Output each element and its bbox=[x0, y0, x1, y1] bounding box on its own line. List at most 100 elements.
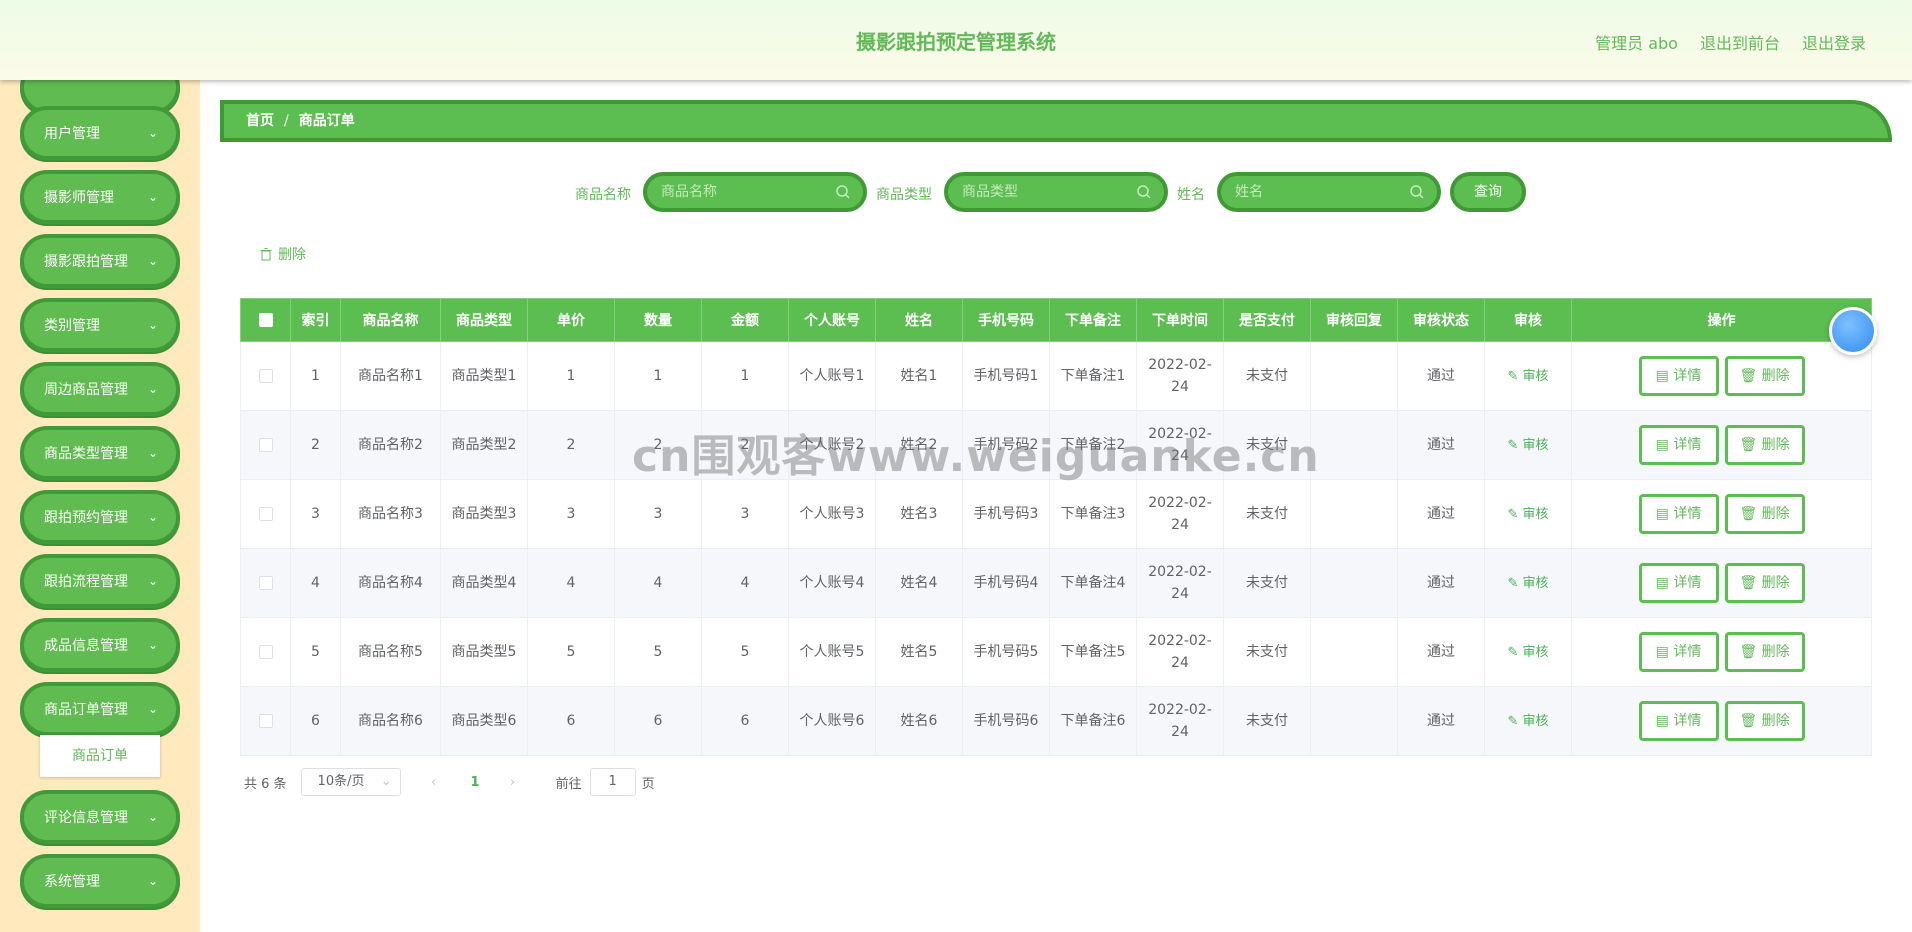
operation-cell: ▤ 详情 🗑 删除 bbox=[1571, 686, 1872, 756]
row-checkbox[interactable] bbox=[258, 645, 273, 659]
row-select-cell[interactable] bbox=[240, 548, 291, 618]
delete-button[interactable]: 🗑 删除 bbox=[1724, 494, 1805, 534]
audit-button[interactable]: ✎ 审核 bbox=[1507, 369, 1548, 384]
audit-button[interactable]: ✎ 审核 bbox=[1507, 438, 1548, 453]
col-header: 金额 bbox=[701, 298, 789, 342]
row-checkbox[interactable] bbox=[258, 576, 273, 590]
table-cell-note: 下单备注6 bbox=[1049, 686, 1137, 756]
sidebar-item[interactable]: 周边商品管理 ⌄ bbox=[20, 362, 180, 416]
sidebar-item[interactable]: 成品信息管理 ⌄ bbox=[20, 618, 180, 672]
audit-button[interactable]: ✎ 审核 bbox=[1507, 576, 1548, 591]
query-button[interactable]: 查询 bbox=[1450, 172, 1526, 212]
search-icon bbox=[1137, 185, 1151, 199]
document-icon: ▤ bbox=[1655, 713, 1674, 729]
delete-button[interactable]: 🗑 删除 bbox=[1724, 356, 1805, 396]
detail-button[interactable]: ▤ 详情 bbox=[1638, 494, 1719, 534]
audit-label: 审核 bbox=[1522, 575, 1549, 591]
audit-button[interactable]: ✎ 审核 bbox=[1507, 507, 1548, 522]
page-number[interactable]: 1 bbox=[471, 775, 480, 790]
chevron-down-icon: ⌄ bbox=[148, 510, 159, 524]
table-cell-index: 2 bbox=[290, 410, 341, 480]
select-all-header[interactable] bbox=[240, 298, 291, 342]
chevron-down-icon: ⌄ bbox=[148, 126, 159, 140]
detail-label: 详情 bbox=[1673, 644, 1702, 660]
person-name-input[interactable]: 姓名 bbox=[1217, 172, 1441, 212]
bulk-delete-button[interactable]: 删除 bbox=[260, 244, 306, 264]
document-icon: ▤ bbox=[1655, 506, 1674, 522]
audit-cell: ✎ 审核 bbox=[1484, 410, 1572, 480]
logout-link[interactable]: 退出登录 bbox=[1802, 30, 1866, 54]
table-cell-type: 商品类型2 bbox=[440, 410, 528, 480]
audit-cell: ✎ 审核 bbox=[1484, 548, 1572, 618]
detail-button[interactable]: ▤ 详情 bbox=[1638, 701, 1719, 741]
delete-button[interactable]: 🗑 删除 bbox=[1724, 425, 1805, 465]
breadcrumb-home[interactable]: 首页 bbox=[246, 113, 274, 129]
table-row: 4 商品名称4 商品类型4 4 4 4 个人账号4 姓名4 手机号码4 下单备注4 2022-02-… bbox=[240, 548, 1872, 618]
row-select-cell[interactable] bbox=[240, 341, 291, 411]
table-cell-paid: 未支付 bbox=[1223, 686, 1311, 756]
delete-button[interactable]: 🗑 删除 bbox=[1724, 701, 1805, 741]
document-icon: ▤ bbox=[1655, 644, 1674, 660]
prev-page-button[interactable]: ‹ bbox=[427, 775, 441, 790]
table-cell-person: 姓名4 bbox=[875, 548, 963, 618]
sidebar-item[interactable]: 跟拍预约管理 ⌄ bbox=[20, 490, 180, 544]
table-cell-account: 个人账号5 bbox=[788, 617, 876, 687]
sidebar-subitem-orders[interactable]: 商品订单 bbox=[40, 735, 160, 777]
table-cell-paid: 未支付 bbox=[1223, 548, 1311, 618]
table-cell-amount: 6 bbox=[701, 686, 789, 756]
table-cell-paid: 未支付 bbox=[1223, 617, 1311, 687]
select-all-checkbox[interactable] bbox=[258, 313, 273, 327]
detail-label: 详情 bbox=[1673, 437, 1702, 453]
row-checkbox[interactable] bbox=[258, 369, 273, 383]
floating-assistant-button[interactable] bbox=[1829, 307, 1877, 355]
chevron-down-icon: ⌄ bbox=[148, 254, 159, 268]
table-header-row: 索引 商品名称 商品类型 单价 数量 金额 个人账号 姓名 手机号码 下单备注 … bbox=[240, 298, 1872, 342]
sidebar-item[interactable]: 商品类型管理 ⌄ bbox=[20, 426, 180, 480]
row-checkbox[interactable] bbox=[258, 714, 273, 728]
detail-button[interactable]: ▤ 详情 bbox=[1638, 563, 1719, 603]
page-size-value: 10条/页 bbox=[317, 774, 365, 789]
sidebar-item-label: 系统管理 bbox=[44, 874, 100, 890]
product-type-input[interactable]: 商品类型 bbox=[944, 172, 1168, 212]
row-select-cell[interactable] bbox=[240, 479, 291, 549]
next-page-button[interactable]: › bbox=[506, 775, 520, 790]
detail-button[interactable]: ▤ 详情 bbox=[1638, 425, 1719, 465]
sidebar-item[interactable]: 评论信息管理 ⌄ bbox=[20, 790, 180, 844]
operation-cell: ▤ 详情 🗑 删除 bbox=[1571, 617, 1872, 687]
sidebar-item[interactable]: 摄影跟拍管理 ⌄ bbox=[20, 234, 180, 288]
row-select-cell[interactable] bbox=[240, 617, 291, 687]
exit-to-front-link[interactable]: 退出到前台 bbox=[1700, 30, 1780, 54]
search-icon bbox=[1410, 185, 1424, 199]
table-cell-amount: 3 bbox=[701, 479, 789, 549]
sidebar-item[interactable]: 商品订单管理 ⌄ bbox=[20, 682, 180, 736]
row-checkbox[interactable] bbox=[258, 438, 273, 452]
person-name-placeholder: 姓名 bbox=[1235, 184, 1263, 200]
table-cell-status: 通过 bbox=[1397, 479, 1485, 549]
row-select-cell[interactable] bbox=[240, 686, 291, 756]
row-checkbox[interactable] bbox=[258, 507, 273, 521]
orders-table: 索引 商品名称 商品类型 单价 数量 金额 个人账号 姓名 手机号码 下单备注 … bbox=[240, 298, 1872, 756]
product-name-input[interactable]: 商品名称 bbox=[643, 172, 867, 212]
delete-button[interactable]: 🗑 删除 bbox=[1724, 632, 1805, 672]
sidebar-item[interactable]: 跟拍流程管理 ⌄ bbox=[20, 554, 180, 608]
audit-label: 审核 bbox=[1522, 713, 1549, 729]
audit-cell: ✎ 审核 bbox=[1484, 617, 1572, 687]
audit-button[interactable]: ✎ 审核 bbox=[1507, 714, 1548, 729]
detail-button[interactable]: ▤ 详情 bbox=[1638, 356, 1719, 396]
detail-button[interactable]: ▤ 详情 bbox=[1638, 632, 1719, 672]
chevron-down-icon: ⌄ bbox=[148, 318, 159, 332]
audit-button[interactable]: ✎ 审核 bbox=[1507, 645, 1548, 660]
goto-page-input[interactable]: 1 bbox=[589, 768, 636, 796]
page-size-select[interactable]: 10条/页 ⌄ bbox=[300, 768, 401, 796]
sidebar-item[interactable]: 类别管理 ⌄ bbox=[20, 298, 180, 352]
audit-cell: ✎ 审核 bbox=[1484, 341, 1572, 411]
delete-button[interactable]: 🗑 删除 bbox=[1724, 563, 1805, 603]
sidebar-item[interactable]: 用户管理 ⌄ bbox=[20, 106, 180, 160]
table-cell-type: 商品类型1 bbox=[440, 341, 528, 411]
sidebar-item[interactable]: 系统管理 ⌄ bbox=[20, 854, 180, 908]
detail-label: 详情 bbox=[1673, 575, 1702, 591]
table-cell-index: 6 bbox=[290, 686, 341, 756]
col-header: 手机号码 bbox=[962, 298, 1050, 342]
goto-suffix: 页 bbox=[641, 776, 655, 792]
row-select-cell[interactable] bbox=[240, 410, 291, 480]
